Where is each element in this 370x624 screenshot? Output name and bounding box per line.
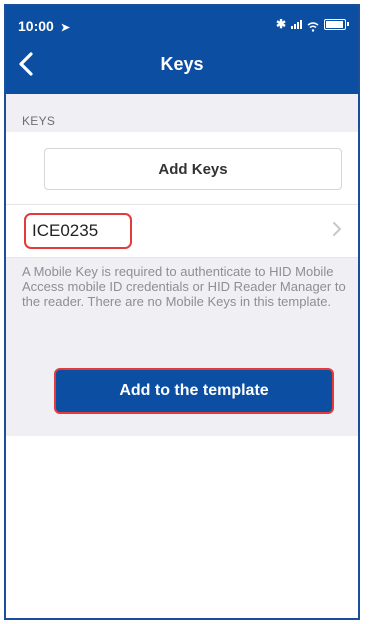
- status-icons: ✱: [275, 17, 349, 32]
- key-list-item[interactable]: ICE0235: [6, 204, 358, 258]
- status-time: 10:00: [18, 18, 54, 34]
- add-keys-cell: Add Keys: [6, 132, 358, 204]
- status-time-group: 10:00 ➤: [18, 18, 70, 34]
- bluetooth-icon: ✱: [275, 17, 286, 31]
- signal-icon: [291, 19, 302, 29]
- location-arrow-icon: ➤: [60, 22, 70, 34]
- add-to-template-button[interactable]: Add to the template: [54, 368, 334, 414]
- battery-icon: [324, 18, 349, 30]
- wifi-icon: [307, 19, 319, 32]
- key-name: ICE0235: [24, 213, 132, 249]
- phone-screen: 10:00 ➤ ✱ Keys KEYS Add Keys ICE0235 A M…: [4, 4, 360, 620]
- chevron-right-icon: [332, 221, 342, 237]
- add-keys-button[interactable]: Add Keys: [44, 148, 342, 190]
- info-text: A Mobile Key is required to authenticate…: [22, 264, 346, 309]
- top-bar: 10:00 ➤ ✱ Keys: [6, 6, 358, 94]
- section-label: KEYS: [22, 114, 56, 128]
- status-bar: 10:00 ➤ ✱: [6, 6, 358, 40]
- page-title: Keys: [160, 54, 204, 74]
- keys-section: KEYS Add Keys ICE0235 A Mobile Key is re…: [6, 94, 358, 436]
- nav-bar: Keys: [6, 40, 358, 94]
